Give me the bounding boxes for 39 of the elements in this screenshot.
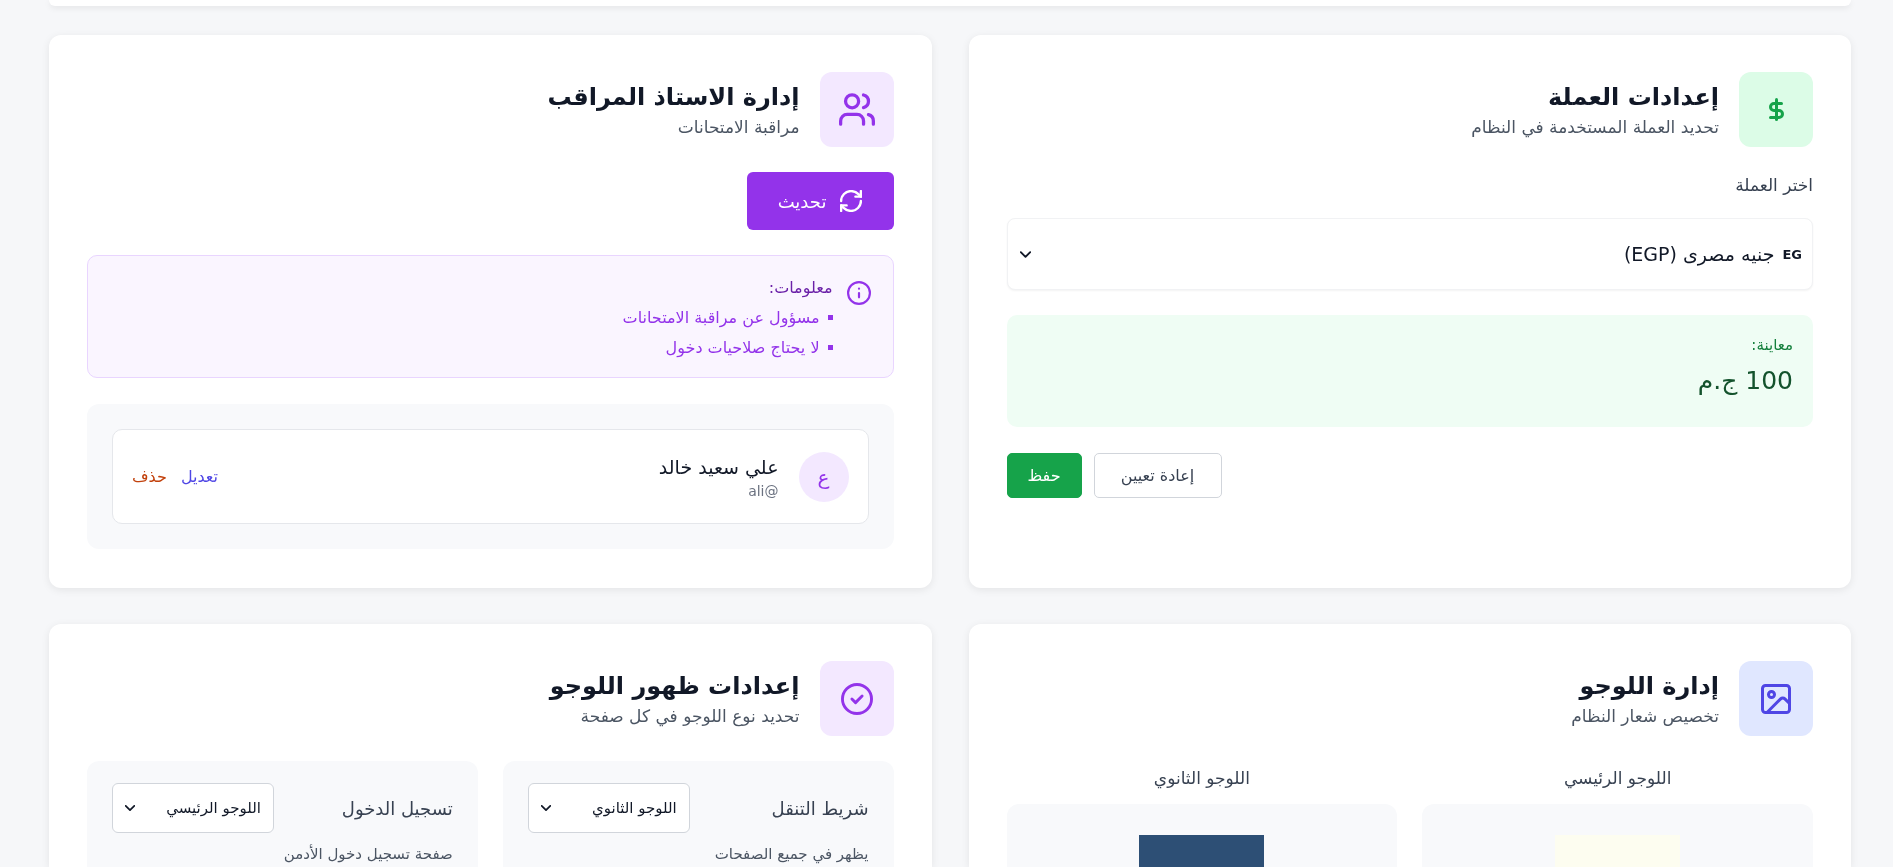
info-item: مسؤول عن مراقبة الامتحانات — [622, 307, 820, 327]
logo-label: اللوجو الثانوي — [1153, 767, 1250, 791]
card-title: إعدادات العملة — [1548, 81, 1719, 113]
card-subtitle: تحديد العملة المستخدمة في النظام — [1471, 115, 1719, 140]
setting-description: يظهر في جميع الصفحات — [714, 844, 869, 865]
field-label: اختر العملة — [1735, 174, 1813, 197]
preview-value: 100 ج.م — [1697, 365, 1793, 397]
user-avatar: ع — [798, 451, 849, 502]
refresh-button[interactable]: تحديث — [746, 172, 894, 230]
info-item: لا يحتاج صلاحيات دخول — [665, 337, 820, 357]
bullet-icon — [827, 344, 833, 350]
card-title: إدارة اللوجو — [1579, 670, 1719, 702]
card-subtitle: تحديد نوع اللوجو في كل صفحة — [580, 704, 800, 729]
card-title: إدارة الاستاذ المراقب — [547, 81, 800, 113]
setting-description: صفحة تسجيل دخول الأدمن — [283, 843, 453, 865]
refresh-icon — [840, 190, 863, 212]
edit-link[interactable]: تعديل — [180, 467, 218, 486]
bullet-icon — [827, 314, 833, 320]
logo-select[interactable]: اللوجو الثانوي — [527, 783, 690, 833]
reset-button[interactable]: إعادة تعيين — [1093, 453, 1222, 498]
user-handle: ali@ — [748, 481, 779, 501]
logo-select[interactable]: اللوجو الرئيسي — [112, 783, 274, 833]
info-heading: معلومات: — [768, 277, 833, 300]
info-icon — [846, 281, 871, 305]
setting-label: شريط التنقل — [771, 797, 869, 819]
chevron-down-icon — [1019, 250, 1031, 258]
users-icon — [819, 72, 894, 147]
card-title: إعدادات ظهور اللوجو — [549, 670, 800, 702]
delete-link[interactable]: حذف — [132, 467, 167, 486]
setting-label: تسجيل الدخول — [341, 797, 453, 819]
chevron-down-icon — [125, 805, 135, 811]
card-subtitle: مراقبة الامتحانات — [677, 115, 800, 139]
image-icon — [1739, 661, 1813, 736]
dollar-icon — [1739, 72, 1813, 147]
user-name: علي سعيد خالد — [658, 454, 779, 481]
preview-label: معاينة: — [1751, 335, 1793, 356]
chevron-down-icon — [540, 805, 551, 811]
logo-label: اللوجو الرئيسي — [1563, 767, 1672, 791]
card-subtitle: تخصيص شعار النظام — [1571, 704, 1719, 728]
